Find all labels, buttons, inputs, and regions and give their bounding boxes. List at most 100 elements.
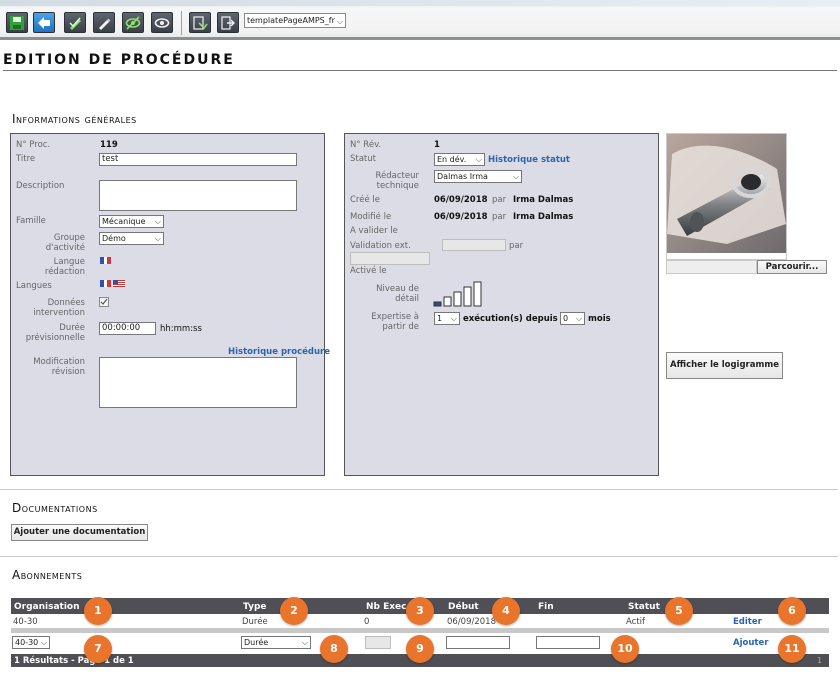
column-organisation[interactable]: Organisation — [14, 602, 80, 612]
save-icon[interactable] — [6, 12, 28, 33]
cell-organisation: 40-30 — [13, 617, 38, 627]
annotation-marker-2: 2 — [280, 597, 308, 625]
detail-level-bar-2[interactable] — [443, 296, 452, 307]
created-by: Irma Dalmas — [513, 195, 574, 205]
family-select[interactable]: Mécanique ⌵ — [99, 215, 164, 228]
french-flag-icon — [100, 280, 111, 287]
browse-button[interactable]: Parcourir... — [757, 260, 827, 274]
intervention-data-label: Données intervention — [33, 298, 85, 318]
months-label: mois — [588, 314, 611, 324]
expertise-count-select[interactable]: 1 ⌵ — [434, 312, 460, 325]
planned-duration-label: Durée prévisionnelle — [25, 323, 85, 343]
annotation-marker-6: 6 — [778, 597, 806, 625]
export-icon[interactable] — [189, 12, 211, 33]
pagination-page[interactable]: 1 — [817, 656, 822, 665]
new-organisation-select[interactable]: 40-30 ⌵ — [12, 636, 50, 649]
modified-label: Modifié le — [350, 212, 392, 222]
column-statut[interactable]: Statut — [628, 602, 660, 612]
new-organisation-value: 40-30 — [15, 638, 39, 647]
title-label: Titre — [16, 154, 36, 164]
procedure-image-frame — [666, 133, 787, 260]
group-select[interactable]: Démo ⌵ — [99, 232, 164, 245]
chevron-down-icon: ⌵ — [475, 155, 482, 164]
column-fin[interactable]: Fin — [538, 602, 554, 612]
expertise-count-value: 1 — [437, 314, 443, 323]
new-nb-exec-field — [365, 636, 391, 649]
pagination-summary: 1 Résultats - Page 1 de 1 — [14, 656, 134, 666]
external-validation-field — [442, 239, 506, 251]
detail-level-bar-1[interactable] — [433, 301, 442, 307]
expertise-months-select[interactable]: 0 ⌵ — [560, 312, 585, 325]
image-file-field[interactable] — [666, 260, 757, 274]
procedure-history-link[interactable]: Historique procédure — [228, 347, 330, 357]
edit-subscription-link[interactable]: Editer — [733, 617, 762, 627]
annotation-marker-5: 5 — [665, 597, 693, 625]
column-debut[interactable]: Début — [448, 602, 479, 612]
status-select-value: En dév. — [437, 155, 467, 164]
status-history-link[interactable]: Historique statut — [488, 155, 570, 165]
hide-icon[interactable] — [122, 12, 144, 33]
new-type-value: Durée — [244, 638, 269, 647]
technical-writer-select[interactable]: Dalmas Irma ⌵ — [434, 170, 522, 183]
validate-icon[interactable] — [64, 12, 86, 33]
view-icon[interactable] — [151, 12, 173, 33]
chevron-down-icon: ⌵ — [301, 638, 308, 647]
annotation-marker-8: 8 — [320, 635, 348, 663]
add-documentation-button[interactable]: Ajouter une documentation — [11, 524, 148, 541]
new-type-select[interactable]: Durée ⌵ — [241, 636, 311, 649]
expertise-label: Expertise à partir de — [371, 312, 419, 332]
toolbar-top-strip — [0, 0, 840, 6]
status-select[interactable]: En dév. ⌵ — [434, 153, 485, 166]
external-validation-label: Validation ext. — [350, 241, 411, 251]
detail-level-bar-3[interactable] — [453, 291, 462, 307]
column-nb-exec[interactable]: Nb Exec — [366, 602, 407, 612]
section-divider — [0, 556, 838, 557]
chevron-down-icon: ⌵ — [512, 172, 519, 181]
us-flag-icon — [113, 280, 125, 287]
modified-by: Irma Dalmas — [513, 212, 574, 222]
back-icon[interactable] — [33, 12, 55, 33]
template-select-value: templatePageAMPS_fr — [247, 16, 335, 25]
annotation-marker-4: 4 — [492, 597, 520, 625]
edit-icon[interactable] — [93, 12, 115, 33]
intervention-data-checkbox[interactable] — [99, 297, 109, 307]
technical-writer-label: Rédacteur technique — [375, 171, 419, 191]
detail-level-bar-5[interactable] — [473, 281, 482, 307]
annotation-marker-11: 11 — [778, 635, 806, 663]
languages-label: Langues — [16, 281, 52, 291]
exit-icon[interactable] — [217, 12, 239, 33]
new-end-date-field[interactable] — [536, 636, 600, 649]
cell-debut: 06/09/2018 — [447, 617, 496, 627]
detail-level-selector[interactable] — [433, 280, 493, 308]
toolbar-separator — [181, 11, 182, 35]
description-field[interactable] — [99, 180, 297, 211]
to-validate-label: A valider le — [350, 226, 398, 236]
chevron-down-icon: ⌵ — [40, 638, 47, 647]
proc-number-label: N° Proc. — [16, 140, 51, 150]
title-field[interactable]: test — [99, 153, 297, 166]
template-select[interactable]: templatePageAMPS_fr ⌵ — [244, 13, 346, 28]
documentation-section-title: Documentations — [12, 501, 98, 515]
created-label: Créé le — [350, 195, 380, 205]
column-type[interactable]: Type — [243, 602, 266, 612]
created-by-par: par — [492, 195, 507, 205]
chevron-down-icon: ⌵ — [154, 217, 161, 226]
annotation-marker-7: 7 — [84, 635, 112, 663]
cell-type: Durée — [242, 617, 268, 627]
annotation-marker-3: 3 — [406, 597, 434, 625]
add-subscription-link[interactable]: Ajouter — [733, 638, 768, 648]
toolbar: templatePageAMPS_fr ⌵ — [0, 0, 840, 40]
chevron-down-icon: ⌵ — [336, 17, 343, 26]
modified-by-par: par — [492, 212, 507, 222]
duration-field[interactable]: 00:00:00 — [99, 322, 156, 335]
table-row-separator — [11, 628, 829, 633]
modified-date: 06/09/2018 — [434, 212, 488, 222]
revision-change-field[interactable] — [99, 357, 297, 408]
detail-level-bar-4[interactable] — [463, 286, 472, 307]
expertise-text: exécution(s) depuis — [463, 314, 558, 324]
new-start-date-field[interactable] — [446, 636, 510, 649]
chevron-down-icon: ⌵ — [575, 314, 582, 323]
writing-language-label: Langue rédaction — [44, 257, 85, 277]
annotation-marker-1: 1 — [84, 597, 112, 625]
show-flowchart-button[interactable]: Afficher le logigramme — [666, 352, 783, 379]
